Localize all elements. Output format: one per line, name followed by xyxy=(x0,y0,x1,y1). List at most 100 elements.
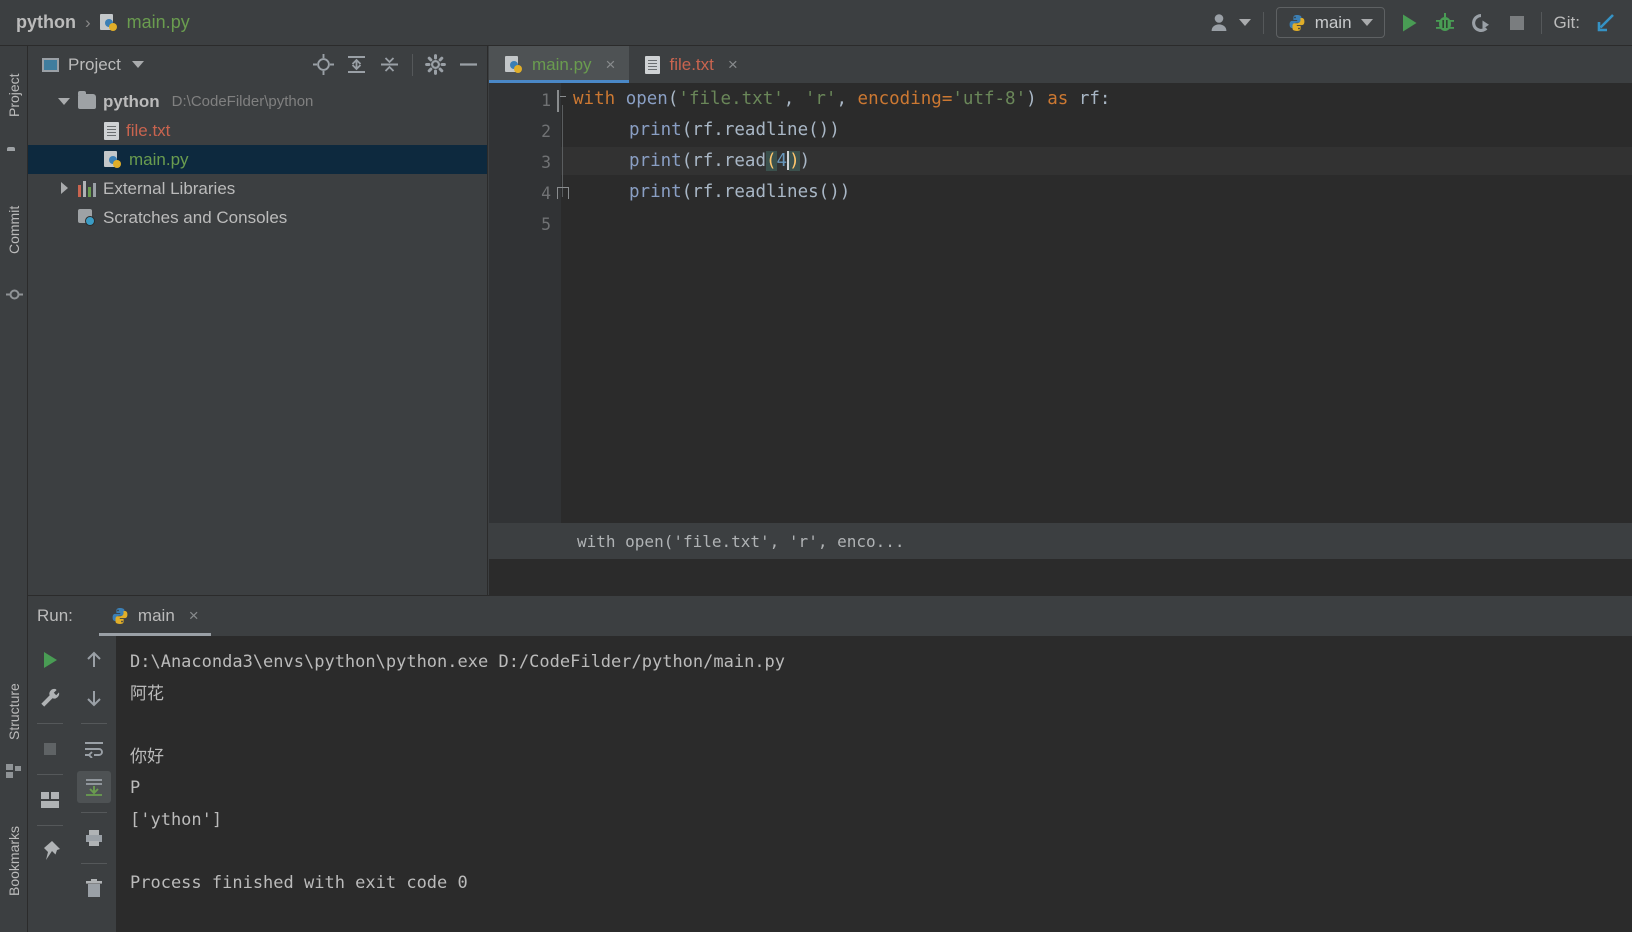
equals: = xyxy=(941,89,953,109)
tree-item-label: file.txt xyxy=(126,120,171,140)
debug-button[interactable] xyxy=(1433,11,1457,35)
code-editor[interactable]: 1 2 3 4 5 with open('file.txt', 'r', enc… xyxy=(489,83,1632,559)
library-icon xyxy=(78,180,96,197)
python-file-icon xyxy=(111,607,129,625)
call-readline: (rf.readline()) xyxy=(681,120,840,140)
run-tab-main[interactable]: main × xyxy=(98,596,211,636)
soft-wrap-button[interactable] xyxy=(77,733,111,765)
call-read: (rf.read xyxy=(681,151,766,171)
editor-tab-file-txt[interactable]: file.txt × xyxy=(629,46,751,83)
user-avatar-icon xyxy=(1211,13,1227,31)
scroll-up-button[interactable] xyxy=(77,644,111,676)
editor-breadcrumb-bar: with open('file.txt', 'r', enco... xyxy=(489,523,1632,559)
settings-gear-icon[interactable] xyxy=(425,54,446,75)
tree-item-scratches-and-consoles[interactable]: Scratches and Consoles xyxy=(28,203,487,232)
stripe-button-commit[interactable]: Commit xyxy=(0,184,28,276)
run-with-coverage-button[interactable] xyxy=(1469,11,1493,35)
tree-item-python[interactable]: python D:\CodeFilder\python xyxy=(28,87,487,116)
locate-target-icon[interactable] xyxy=(313,54,334,75)
close-icon[interactable]: × xyxy=(606,55,616,75)
rerun-play-icon xyxy=(44,652,57,668)
tree-item-file-txt[interactable]: file.txt xyxy=(28,116,487,145)
rerun-button[interactable] xyxy=(33,644,67,676)
stripe-button-structure[interactable]: Structure xyxy=(0,666,28,758)
toolbar-divider xyxy=(37,825,63,826)
user-account-button[interactable] xyxy=(1210,12,1251,34)
num-arg: 4 xyxy=(776,151,788,171)
stripe-button-project[interactable]: Project xyxy=(0,52,28,138)
str-encoding: 'utf-8' xyxy=(952,89,1027,109)
chevron-down-icon[interactable] xyxy=(131,61,144,68)
close-icon[interactable]: × xyxy=(728,55,738,75)
chevron-down-icon[interactable] xyxy=(58,95,71,108)
kw-with: with xyxy=(573,89,616,109)
toolbar-divider xyxy=(37,723,63,724)
editor-tab-bar: main.py × file.txt × xyxy=(489,46,1632,83)
close-icon[interactable]: × xyxy=(189,606,199,626)
line-number: 2 xyxy=(541,122,551,141)
line-number: 3 xyxy=(541,153,551,172)
editor-tab-label: file.txt xyxy=(669,54,714,74)
stripe-button-bookmarks[interactable]: Bookmarks xyxy=(0,806,28,916)
console-line: 阿花 xyxy=(130,683,164,704)
run-window-label: Run: xyxy=(37,606,73,625)
run-configuration-selector[interactable]: main xyxy=(1275,7,1385,38)
project-panel-title: Project xyxy=(68,54,121,74)
tree-item-main-py[interactable]: main.py xyxy=(28,145,487,174)
run-button[interactable] xyxy=(1397,11,1421,35)
console-line: 你好 xyxy=(130,746,164,767)
console-line: D:\Anaconda3\envs\python\python.exe D:/C… xyxy=(130,652,786,672)
toolbar-divider xyxy=(81,723,107,724)
scroll-to-end-icon xyxy=(86,779,102,796)
breadcrumb-file[interactable]: main.py xyxy=(127,12,190,33)
console-output[interactable]: D:\Anaconda3\envs\python\python.exe D:/C… xyxy=(116,636,1632,932)
stripe-structure-icon[interactable] xyxy=(6,764,23,779)
scroll-down-button[interactable] xyxy=(77,682,111,714)
up-arrow-icon xyxy=(87,651,101,667)
scratches-icon xyxy=(78,209,96,226)
python-file-icon xyxy=(104,150,122,169)
scroll-to-end-button[interactable] xyxy=(77,771,111,803)
toolbar-divider xyxy=(81,863,107,864)
tree-item-label: python xyxy=(103,91,160,111)
clear-all-button[interactable] xyxy=(77,873,111,905)
collapse-all-icon[interactable] xyxy=(379,54,400,75)
breadcrumb: python › main.py xyxy=(0,12,190,33)
git-update-button[interactable] xyxy=(1592,11,1618,35)
stop-button[interactable] xyxy=(1505,11,1529,35)
comma: , xyxy=(783,89,805,109)
print-button[interactable] xyxy=(77,822,111,854)
layout-settings-button[interactable] xyxy=(33,784,67,816)
hide-minus-icon[interactable] xyxy=(458,54,479,75)
kwarg-encoding: encoding xyxy=(857,89,942,109)
tree-item-external-libraries[interactable]: External Libraries xyxy=(28,174,487,203)
settings-wrench-icon xyxy=(41,688,60,707)
run-actions-toolbar xyxy=(28,636,72,932)
run-with-coverage-icon xyxy=(1471,13,1489,32)
chevron-right-icon[interactable] xyxy=(58,182,71,195)
call-readlines: (rf.readlines()) xyxy=(681,182,851,202)
project-panel-tools xyxy=(313,53,479,76)
toolbar-divider xyxy=(37,774,63,775)
fold-collapse-icon[interactable] xyxy=(557,90,571,112)
toolbar-actions: main Git: xyxy=(1210,7,1632,38)
stripe-commit-icon[interactable] xyxy=(6,286,23,303)
console-line: ['ython'] xyxy=(130,809,223,830)
fold-region-end-icon xyxy=(557,187,569,199)
editor-area: main.py × file.txt × 1 2 3 4 5 with open… xyxy=(489,46,1632,595)
line-number-gutter[interactable]: 1 2 3 4 5 xyxy=(489,83,561,559)
editor-breadcrumb-text[interactable]: with open('file.txt', 'r', enco... xyxy=(577,532,905,551)
debug-bug-icon xyxy=(1435,12,1454,31)
expand-all-icon[interactable] xyxy=(346,54,367,75)
run-settings-button[interactable] xyxy=(33,682,67,714)
code-line-3: print(rf.read(4)) xyxy=(629,151,810,171)
git-update-arrow-icon xyxy=(1597,13,1614,31)
pin-tab-button[interactable] xyxy=(33,835,67,867)
paren: ) xyxy=(799,151,811,171)
breadcrumb-project[interactable]: python xyxy=(16,12,76,33)
stop-process-button[interactable] xyxy=(33,733,67,765)
line-number: 1 xyxy=(541,91,551,110)
var-rf: rf xyxy=(1078,89,1100,109)
text-file-icon xyxy=(104,121,119,140)
editor-tab-main-py[interactable]: main.py × xyxy=(489,46,630,83)
